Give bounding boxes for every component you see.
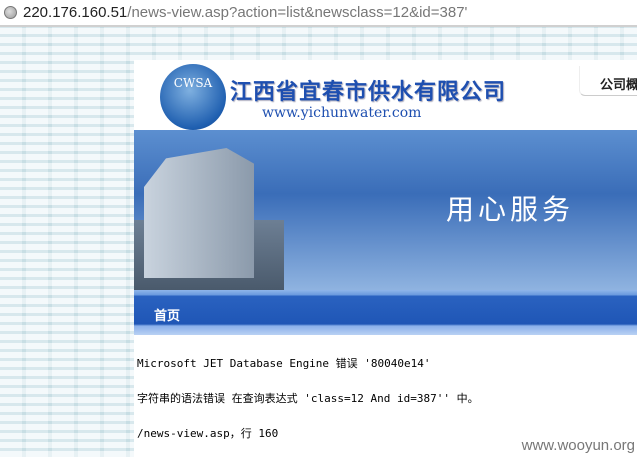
watermark: www.wooyun.org (521, 437, 635, 454)
error-line: 字符串的语法错误 在查询表达式 'class=12 And id=387'' 中… (137, 392, 479, 405)
address-bar[interactable]: 220.176.160.51/news-view.asp?action=list… (0, 0, 637, 27)
error-message: Microsoft JET Database Engine 错误 '80040e… (134, 335, 637, 441)
url-host: 220.176.160.51 (23, 4, 128, 21)
building-image (144, 148, 254, 278)
globe-icon (4, 6, 17, 19)
page-panel: CWSA 江西省宜春市供水有限公司 www.yichunwater.com 公司… (134, 60, 637, 457)
error-line: Microsoft JET Database Engine 错误 '80040e… (137, 357, 431, 370)
nav-home[interactable]: 首页 (154, 309, 180, 324)
url-path: /news-view.asp?action=list&newsclass=12&… (127, 4, 468, 21)
company-logo[interactable]: CWSA (160, 64, 226, 130)
banner: 用心服务 (134, 130, 637, 290)
nav-bar: 首页 (134, 290, 637, 335)
website-url: www.yichunwater.com (262, 105, 422, 121)
banner-slogan: 用心服务 (446, 193, 575, 226)
company-name: 江西省宜春市供水有限公司 (230, 79, 507, 105)
tab-company-overview[interactable]: 公司概况 (579, 66, 637, 96)
site-header: CWSA 江西省宜春市供水有限公司 www.yichunwater.com 公司… (134, 60, 637, 130)
